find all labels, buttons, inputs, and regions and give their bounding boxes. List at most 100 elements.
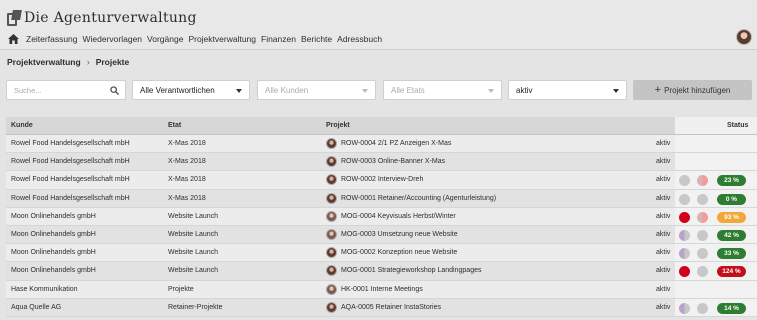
- breadcrumb: Projektverwaltung › Projekte: [7, 57, 129, 67]
- cell-etat: Projekte: [168, 285, 194, 293]
- logo-icon: [6, 9, 22, 27]
- etats-value: Alle Etats: [391, 85, 425, 95]
- project-owner-avatar: [326, 210, 337, 222]
- cell-etat: X-Mas 2018: [168, 194, 206, 202]
- cell-projekt[interactable]: ROW-0002 Interview-Dreh: [341, 176, 423, 183]
- cell-kunde: Moon Onlinehandels gmbH: [11, 249, 96, 257]
- progress-badge: 33 %: [717, 248, 746, 260]
- nav-item-berichte[interactable]: Berichte: [301, 34, 332, 44]
- cell-kunde: Rowel Food Handelsgesellschaft mbH: [11, 194, 130, 202]
- search-box: [6, 80, 126, 100]
- nav-item-finanzen[interactable]: Finanzen: [261, 34, 296, 44]
- table-row[interactable]: Rowel Food Handelsgesellschaft mbH X-Mas…: [6, 189, 757, 208]
- header-etat[interactable]: Etat: [168, 122, 181, 129]
- table-row[interactable]: Rowel Food Handelsgesellschaft mbH X-Mas…: [6, 153, 757, 172]
- table-row[interactable]: Rowel Food Handelsgesellschaft mbH X-Mas…: [6, 171, 757, 190]
- status-dot-time: [679, 302, 690, 314]
- cell-etat: Retainer-Projekte: [168, 303, 223, 311]
- status-dot-budget: [697, 211, 708, 223]
- cell-projekt[interactable]: HK-0001 Interne Meetings: [341, 286, 423, 293]
- table-row[interactable]: Moon Onlinehandels gmbH Website Launch M…: [6, 244, 757, 263]
- etats-select[interactable]: Alle Etats: [383, 80, 502, 100]
- cell-etat: Website Launch: [168, 249, 219, 257]
- cell-projekt[interactable]: ROW-0004 2/1 PZ Anzeigen X-Mas: [341, 140, 451, 147]
- table-row[interactable]: Hase Kommunikation Projekte HK-0001 Inte…: [6, 280, 757, 299]
- status-dot-time: [679, 211, 690, 223]
- table-row[interactable]: Rowel Food Handelsgesellschaft mbH X-Mas…: [6, 135, 757, 154]
- table-row[interactable]: Moon Onlinehandels gmbH Website Launch M…: [6, 225, 757, 245]
- header-status[interactable]: Status: [727, 122, 748, 129]
- app-title: Die Agenturverwaltung: [24, 10, 197, 26]
- header-kunde[interactable]: Kunde: [11, 122, 33, 129]
- table-row[interactable]: Moon Onlinehandels gmbH Website Launch M…: [6, 262, 757, 281]
- project-owner-avatar: [326, 228, 337, 240]
- status-dot-time: [679, 229, 690, 241]
- cell-kunde: Moon Onlinehandels gmbH: [11, 212, 96, 220]
- app-logo[interactable]: Die Agenturverwaltung: [6, 8, 197, 28]
- cell-etat: Website Launch: [168, 212, 219, 220]
- top-bar: Die Agenturverwaltung Zeiterfassung Wied…: [0, 0, 757, 50]
- verantwortliche-select[interactable]: Alle Verantwortlichen: [132, 80, 250, 100]
- nav-item-wiedervorlagen[interactable]: Wiedervorlagen: [83, 34, 143, 44]
- table-header: Kunde Etat Projekt Status: [6, 117, 757, 135]
- cell-projekt[interactable]: MOG-0001 Strategieworkshop Landingpages: [341, 267, 481, 274]
- search-input[interactable]: [14, 85, 109, 95]
- cell-kunde: Rowel Food Handelsgesellschaft mbH: [11, 176, 130, 184]
- search-icon[interactable]: [110, 86, 119, 95]
- cell-state: aktiv: [656, 230, 671, 238]
- cell-projekt[interactable]: MOG-0002 Konzeption neue Website: [341, 249, 457, 256]
- cell-etat: X-Mas 2018: [168, 158, 206, 166]
- add-project-button[interactable]: + Projekt hinzufügen: [633, 80, 752, 100]
- home-icon[interactable]: [8, 34, 19, 45]
- nav-item-zeiterfassung[interactable]: Zeiterfassung: [26, 34, 78, 44]
- table-row[interactable]: Moon Onlinehandels gmbH Website Launch M…: [6, 207, 757, 226]
- project-owner-avatar: [326, 174, 337, 186]
- cell-kunde: Moon Onlinehandels gmbH: [11, 230, 96, 238]
- project-owner-avatar: [326, 156, 337, 168]
- main-nav: Zeiterfassung Wiedervorlagen Vorgänge Pr…: [8, 33, 387, 45]
- nav-item-adressbuch[interactable]: Adressbuch: [337, 34, 382, 44]
- user-avatar[interactable]: [736, 29, 752, 45]
- status-dot-budget: [697, 302, 708, 314]
- chevron-down-icon: [362, 89, 368, 93]
- cell-etat: Website Launch: [168, 267, 219, 275]
- nav-item-vorgaenge[interactable]: Vorgänge: [147, 34, 183, 44]
- status-dot-budget: [697, 229, 708, 241]
- progress-badge: 93 %: [717, 211, 746, 223]
- cell-etat: Website Launch: [168, 230, 219, 238]
- status-value: aktiv: [516, 85, 533, 95]
- cell-state: aktiv: [656, 267, 671, 275]
- chevron-right-icon: ›: [86, 57, 90, 67]
- kunden-value: Alle Kunden: [265, 85, 309, 95]
- cell-state: aktiv: [656, 249, 671, 257]
- cell-projekt[interactable]: ROW-0003 Online-Banner X-Mas: [341, 158, 445, 165]
- status-dot-time: [679, 193, 690, 205]
- add-project-label: Projekt hinzufügen: [664, 85, 731, 95]
- kunden-select[interactable]: Alle Kunden: [257, 80, 376, 100]
- breadcrumb-parent[interactable]: Projektverwaltung: [7, 57, 81, 67]
- project-owner-avatar: [326, 283, 337, 295]
- cell-projekt[interactable]: MOG-0004 Keyvisuals Herbst/Winter: [341, 213, 456, 220]
- progress-badge: 14 %: [717, 302, 746, 314]
- cell-kunde: Rowel Food Handelsgesellschaft mbH: [11, 140, 130, 147]
- nav-item-projektverwaltung[interactable]: Projektverwaltung: [188, 34, 256, 44]
- verantwortliche-value: Alle Verantwortlichen: [140, 85, 215, 95]
- status-cell: [675, 280, 757, 298]
- plus-icon: +: [654, 84, 662, 96]
- progress-badge: 124 %: [717, 266, 746, 278]
- cell-projekt[interactable]: MOG-0003 Umsetzung neue Website: [341, 231, 458, 238]
- cell-state: aktiv: [656, 194, 671, 202]
- project-owner-avatar: [326, 247, 337, 259]
- projects-table: Kunde Etat Projekt Status Rowel Food Han…: [6, 117, 757, 317]
- progress-badge: 0 %: [717, 193, 746, 205]
- cell-state: aktiv: [656, 212, 671, 220]
- header-projekt[interactable]: Projekt: [326, 122, 350, 129]
- cell-kunde: Aqua Quelle AG: [11, 303, 62, 311]
- cell-projekt[interactable]: AQA-0005 Retainer InstaStories: [341, 304, 441, 311]
- chevron-down-icon: [236, 89, 242, 93]
- status-select[interactable]: aktiv: [508, 80, 627, 100]
- cell-projekt[interactable]: ROW-0001 Retainer/Accounting (Agenturlei…: [341, 195, 496, 202]
- progress-badge: 23 %: [717, 175, 746, 187]
- cell-kunde: Rowel Food Handelsgesellschaft mbH: [11, 158, 130, 166]
- table-row[interactable]: Aqua Quelle AG Retainer-Projekte AQA-000…: [6, 298, 757, 317]
